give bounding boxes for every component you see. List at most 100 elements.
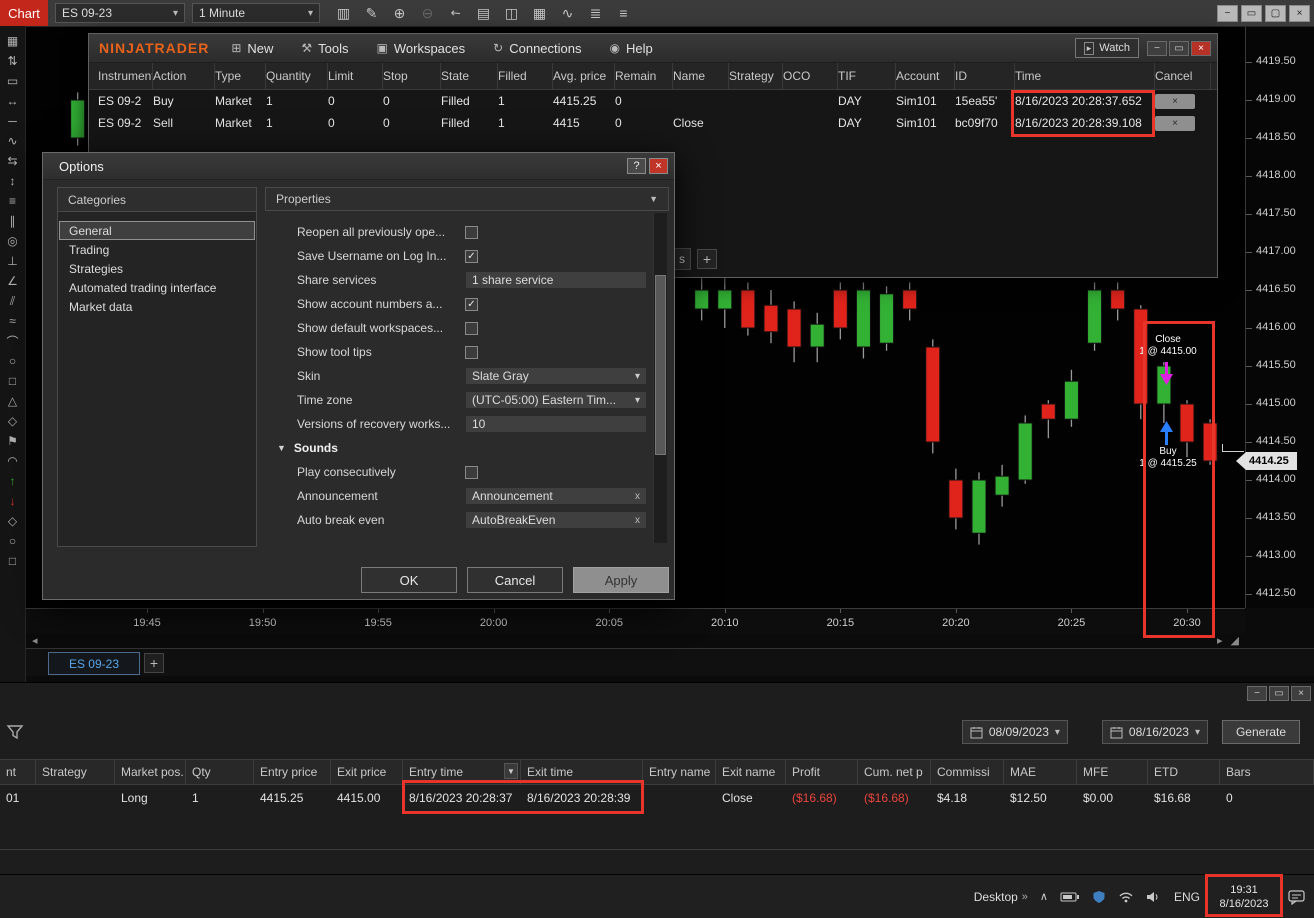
category-strategies[interactable]: Strategies	[59, 259, 255, 278]
checkbox[interactable]	[465, 465, 478, 479]
draw-icon[interactable]: ✎	[360, 3, 383, 23]
minimize-button[interactable]: −	[1217, 4, 1238, 22]
orders-column-header[interactable]: Remain	[615, 63, 673, 89]
wave-tool[interactable]: ∿	[4, 131, 22, 151]
close-button[interactable]: ×	[1291, 686, 1311, 701]
text-field[interactable]: Announcement x	[465, 487, 647, 505]
list-icon[interactable]: ≡	[612, 3, 635, 23]
add-tab-button[interactable]: +	[697, 249, 717, 269]
flag-tool[interactable]: ⚑	[4, 431, 22, 451]
trades-column-header[interactable]: Exit time	[521, 760, 643, 784]
category-automated-trading-interface[interactable]: Automated trading interface	[59, 278, 255, 297]
ok-button[interactable]: OK	[361, 567, 457, 593]
levels-tool[interactable]: ≡	[4, 191, 22, 211]
orders-column-header[interactable]: Stop	[383, 63, 441, 89]
entry-time-filter-button[interactable]: ▼	[504, 763, 518, 779]
close-button[interactable]: ×	[1289, 4, 1310, 22]
trades-column-header[interactable]: Market pos.	[115, 760, 186, 784]
text-field[interactable]: 1 share service	[465, 271, 647, 289]
battery-icon[interactable]	[1060, 890, 1080, 904]
menu-tools[interactable]: ⚒ Tools	[301, 41, 348, 56]
trades-column-header[interactable]: Exit price	[331, 760, 403, 784]
vertical-line-tool[interactable]: ↕	[4, 171, 22, 191]
checkbox[interactable]: ✓	[465, 249, 478, 263]
orders-column-header[interactable]: State	[441, 63, 498, 89]
angle-tool[interactable]: ∠	[4, 271, 22, 291]
trades-column-header[interactable]: Entry price	[254, 760, 331, 784]
orders-column-header[interactable]: Time	[1015, 63, 1155, 89]
cancel-order-button[interactable]: ×	[1155, 115, 1195, 131]
orders-column-header[interactable]: OCO	[783, 63, 838, 89]
add-tab-button[interactable]: +	[144, 653, 164, 673]
data-grid-icon[interactable]: ≣	[584, 3, 607, 23]
scroll-right-icon[interactable]: ▸	[1217, 634, 1223, 647]
parallel-channel-tool[interactable]: ⫽	[4, 291, 22, 311]
generate-button[interactable]: Generate	[1222, 720, 1300, 744]
trades-column-header[interactable]: MFE	[1077, 760, 1148, 784]
cancel-order-button[interactable]: ×	[1155, 93, 1195, 109]
scrollbar-thumb[interactable]	[655, 275, 666, 455]
filter-icon[interactable]	[6, 723, 24, 741]
properties-scrollbar[interactable]	[653, 213, 667, 543]
category-general[interactable]: General	[59, 221, 255, 240]
checkbox[interactable]: ✓	[465, 297, 478, 311]
orders-column-header[interactable]: Cancel	[1155, 63, 1211, 89]
shield-icon[interactable]	[1092, 890, 1106, 904]
close-button[interactable]: ×	[649, 158, 668, 174]
report-icon[interactable]: ▤	[472, 3, 495, 23]
arc-tool[interactable]: ⌒	[4, 331, 22, 351]
category-market-data[interactable]: Market data	[59, 297, 255, 316]
watch-button[interactable]: ▸ Watch	[1074, 38, 1139, 58]
network-icon[interactable]	[1118, 890, 1134, 904]
select-field[interactable]: (UTC-05:00) Eastern Tim... ▾	[465, 391, 647, 409]
split-window-icon[interactable]: ◫	[500, 3, 523, 23]
orders-column-header[interactable]: TIF	[838, 63, 896, 89]
order-row[interactable]: ES 09-2 Buy Market 1 0 0 Filled 1 4415.25 0 DAY Sim…	[89, 90, 1217, 112]
diamond-marker-tool[interactable]: ◇	[4, 511, 22, 531]
orders-column-header[interactable]: Quantity	[266, 63, 328, 89]
polygon-tool[interactable]: ◇	[4, 411, 22, 431]
chevron-down-icon[interactable]: ▼	[649, 194, 658, 204]
trades-column-header[interactable]: MAE	[1004, 760, 1077, 784]
order-row[interactable]: ES 09-2 Sell Market 1 0 0 Filled 1 4415 0 Close DAY…	[89, 112, 1217, 134]
line-tool[interactable]: ─	[4, 111, 22, 131]
orders-column-header[interactable]: Action	[153, 63, 215, 89]
trades-column-header[interactable]: Strategy	[36, 760, 115, 784]
ellipse-tool[interactable]: ○	[4, 351, 22, 371]
notifications-icon[interactable]	[1288, 889, 1306, 905]
circle-marker-tool[interactable]: ○	[4, 531, 22, 551]
vertical-range-tool[interactable]: ⇅	[4, 51, 22, 71]
orders-column-header[interactable]: Limit	[328, 63, 383, 89]
scroll-left-icon[interactable]: ◂	[32, 634, 38, 647]
restore-button[interactable]: ▭	[1241, 4, 1262, 22]
trades-column-header[interactable]: Entry time ▼	[403, 760, 521, 784]
orders-column-header[interactable]: ID	[955, 63, 1015, 89]
fibonacci-circle-tool[interactable]: ◎	[4, 231, 22, 251]
orders-column-header[interactable]: Type	[215, 63, 266, 89]
menu-connections[interactable]: ↻ Connections	[493, 41, 581, 56]
maximize-button[interactable]: ▢	[1265, 4, 1286, 22]
start-date-picker[interactable]: 08/09/2023 ▾	[961, 720, 1068, 744]
trades-column-header[interactable]: Cum. net p	[858, 760, 931, 784]
zoom-out-icon[interactable]: ⊖	[416, 3, 439, 23]
trades-column-header[interactable]: Bars	[1220, 760, 1314, 784]
orders-column-header[interactable]: Name	[673, 63, 729, 89]
bar-type-icon[interactable]: ▥	[332, 3, 355, 23]
clear-icon[interactable]: x	[635, 491, 640, 502]
trades-column-header[interactable]: Commissi	[931, 760, 1004, 784]
bars-pattern-tool[interactable]: ∥	[4, 211, 22, 231]
trades-column-header[interactable]: nt	[0, 760, 36, 784]
zigzag-tool[interactable]: ≈	[4, 311, 22, 331]
minimize-button[interactable]: −	[1147, 40, 1167, 56]
chart-trader-icon[interactable]: ▦	[528, 3, 551, 23]
taskbar-clock[interactable]: 19:31 8/16/2023	[1212, 883, 1276, 911]
category-trading[interactable]: Trading	[59, 240, 255, 259]
swap-tool[interactable]: ⇆	[4, 151, 22, 171]
cancel-button[interactable]: Cancel	[467, 567, 563, 593]
clear-icon[interactable]: x	[635, 515, 640, 526]
minimize-button[interactable]: −	[1247, 686, 1267, 701]
text-field[interactable]: 10	[465, 415, 647, 433]
desktop-button[interactable]: Desktop »	[974, 890, 1028, 904]
menu-new[interactable]: ⊞ New	[231, 41, 273, 56]
trades-column-header[interactable]: Qty	[186, 760, 254, 784]
